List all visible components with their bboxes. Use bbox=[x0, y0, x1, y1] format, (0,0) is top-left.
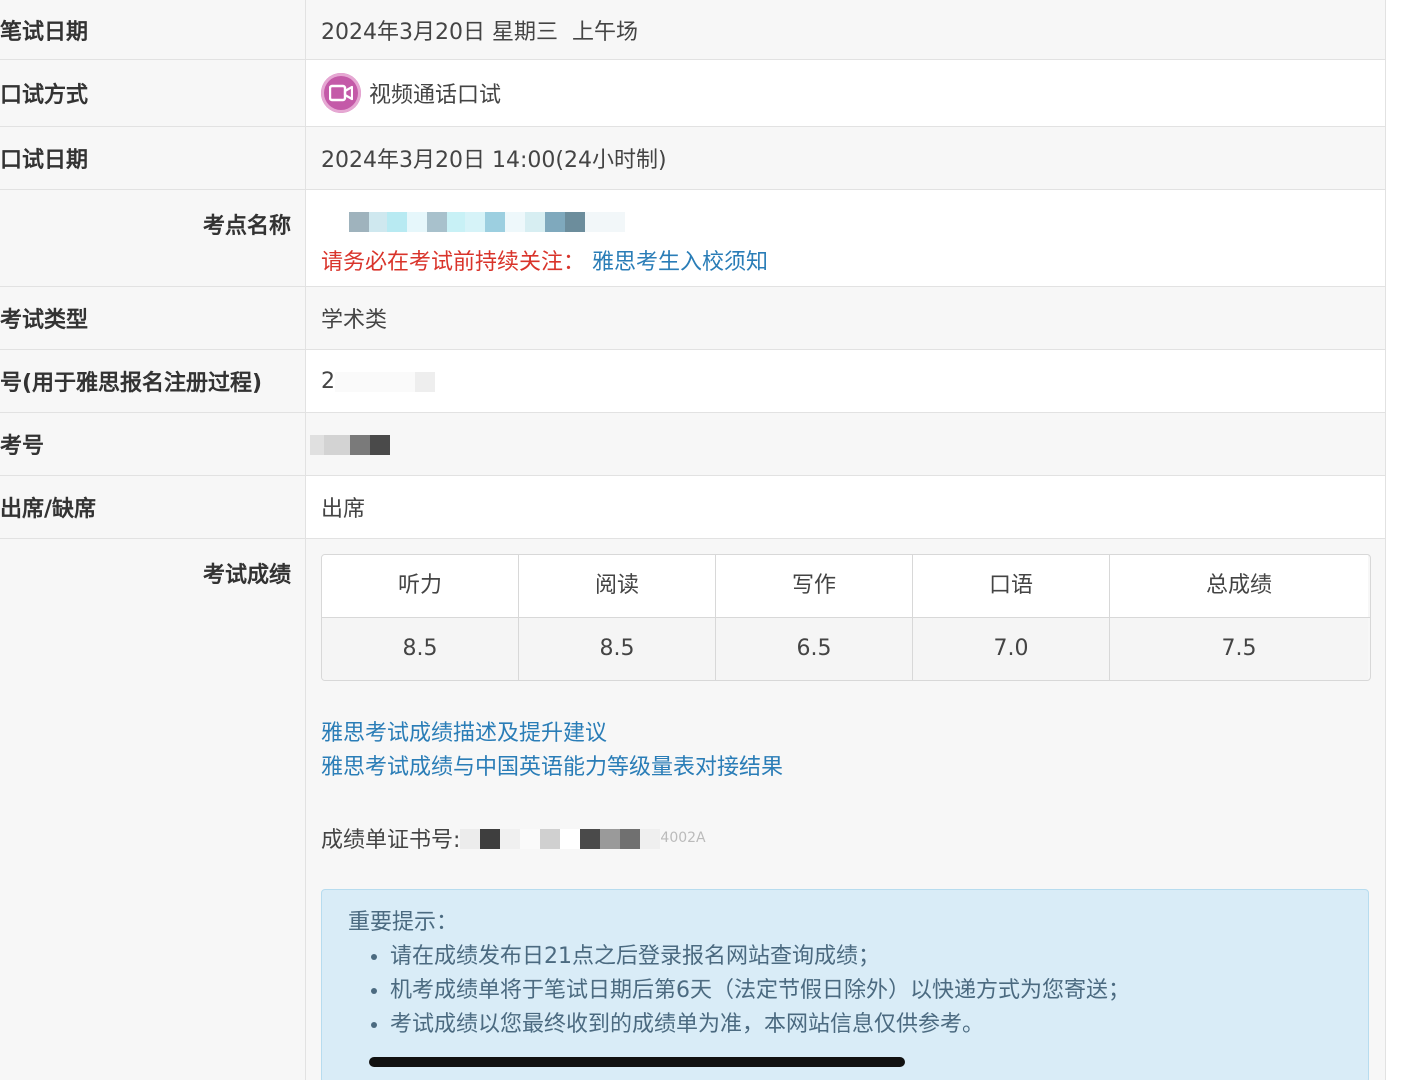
row-speaking-mode: 口试方式 视频通话口试 bbox=[0, 60, 1385, 127]
row-written-date: 笔试日期 2024年3月20日 星期三 上午场 bbox=[0, 0, 1385, 60]
label-speaking-mode: 口试方式 bbox=[0, 60, 306, 126]
score-speaking: 7.0 bbox=[913, 618, 1110, 680]
value-speaking-mode: 视频通话口试 bbox=[306, 60, 1385, 126]
value-speaking-date: 2024年3月20日 14:00(24小时制) bbox=[306, 127, 1385, 189]
score-header-listening: 听力 bbox=[322, 555, 519, 617]
score-description-link[interactable]: 雅思考试成绩描述及提升建议 bbox=[321, 721, 607, 746]
label-registration-number: 号(用于雅思报名注册过程) bbox=[0, 350, 306, 412]
tip-item: 考试成绩以您最终收到的成绩单为准，本网站信息仅供参考。 bbox=[390, 1008, 1344, 1042]
label-test-type: 考试类型 bbox=[0, 287, 306, 349]
video-call-icon bbox=[321, 73, 361, 113]
row-test-type: 考试类型 学术类 bbox=[0, 287, 1385, 350]
score-header-speaking: 口语 bbox=[913, 555, 1110, 617]
row-registration-number: 号(用于雅思报名注册过程) 2 bbox=[0, 350, 1385, 413]
value-attendance: 出席 bbox=[306, 476, 1385, 538]
row-speaking-date: 口试日期 2024年3月20日 14:00(24小时制) bbox=[0, 127, 1385, 190]
label-test-center: 考点名称 bbox=[0, 190, 306, 286]
certificate-number: 成绩单证书号: 4002A bbox=[321, 821, 1385, 855]
tip-item: 机考成绩单将于笔试日期后第6天（法定节假日除外）以快递方式为您寄送； bbox=[390, 974, 1344, 1008]
redacted-block bbox=[321, 209, 625, 234]
test-center-notice: 请务必在考试前持续关注： bbox=[321, 250, 586, 275]
redacted-block bbox=[460, 826, 661, 851]
label-speaking-date: 口试日期 bbox=[0, 127, 306, 189]
value-written-date: 2024年3月20日 星期三 上午场 bbox=[306, 0, 1385, 59]
test-center-name-redacted bbox=[321, 208, 1385, 234]
home-indicator-bar[interactable] bbox=[369, 1057, 905, 1067]
score-listening: 8.5 bbox=[322, 618, 519, 680]
score-overall: 7.5 bbox=[1110, 618, 1368, 680]
value-test-type: 学术类 bbox=[306, 287, 1385, 349]
row-candidate-number: 考号 bbox=[0, 413, 1385, 476]
certificate-label: 成绩单证书号: bbox=[321, 828, 461, 853]
tip-item: 请在成绩发布日21点之后登录报名网站查询成绩； bbox=[390, 940, 1344, 974]
label-written-date: 笔试日期 bbox=[0, 0, 306, 59]
label-candidate-number: 考号 bbox=[0, 413, 306, 475]
label-attendance: 出席/缺席 bbox=[0, 476, 306, 538]
score-header-reading: 阅读 bbox=[519, 555, 716, 617]
value-registration-number: 2 bbox=[306, 350, 1385, 412]
row-test-center: 考点名称 请务必在考试前持续关注： 雅思考生入校须知 bbox=[0, 190, 1385, 287]
score-writing: 6.5 bbox=[716, 618, 913, 680]
tips-title: 重要提示： bbox=[348, 910, 459, 935]
speaking-mode-text: 视频通话口试 bbox=[369, 83, 502, 108]
value-scores: 听力 阅读 写作 口语 总成绩 8.5 8.5 6.5 7.0 7.5 雅思考试… bbox=[306, 539, 1385, 1080]
score-header-overall: 总成绩 bbox=[1110, 555, 1368, 617]
score-links: 雅思考试成绩描述及提升建议 雅思考试成绩与中国英语能力等级量表对接结果 bbox=[321, 717, 1385, 785]
value-test-center: 请务必在考试前持续关注： 雅思考生入校须知 bbox=[306, 190, 1385, 286]
important-tips-box: 重要提示： 请在成绩发布日21点之后登录报名网站查询成绩； 机考成绩单将于笔试日… bbox=[321, 889, 1369, 1080]
value-candidate-number bbox=[306, 413, 1385, 475]
certificate-suffix: 4002A bbox=[660, 830, 706, 846]
row-attendance: 出席/缺席 出席 bbox=[0, 476, 1385, 539]
registration-number-text: 2 bbox=[321, 368, 335, 394]
score-header-row: 听力 阅读 写作 口语 总成绩 bbox=[322, 555, 1370, 617]
score-table: 听力 阅读 写作 口语 总成绩 8.5 8.5 6.5 7.0 7.5 bbox=[321, 554, 1371, 681]
score-page: 笔试日期 2024年3月20日 星期三 上午场 口试方式 视频通话口试 口试日期… bbox=[0, 0, 1404, 1080]
row-scores: 考试成绩 听力 阅读 写作 口语 总成绩 8.5 8.5 6.5 7.0 7.5… bbox=[0, 539, 1385, 1080]
admission-notice-link[interactable]: 雅思考生入校须知 bbox=[592, 250, 768, 275]
redacted-block bbox=[310, 432, 390, 457]
cse-mapping-link[interactable]: 雅思考试成绩与中国英语能力等级量表对接结果 bbox=[321, 755, 783, 780]
score-header-writing: 写作 bbox=[716, 555, 913, 617]
score-reading: 8.5 bbox=[519, 618, 716, 680]
tips-list: 请在成绩发布日21点之后登录报名网站查询成绩； 机考成绩单将于笔试日期后第6天（… bbox=[348, 940, 1344, 1042]
redacted-block bbox=[335, 369, 435, 394]
label-scores: 考试成绩 bbox=[0, 539, 306, 1080]
exam-info-table: 笔试日期 2024年3月20日 星期三 上午场 口试方式 视频通话口试 口试日期… bbox=[0, 0, 1386, 1080]
score-value-row: 8.5 8.5 6.5 7.0 7.5 bbox=[322, 617, 1370, 680]
